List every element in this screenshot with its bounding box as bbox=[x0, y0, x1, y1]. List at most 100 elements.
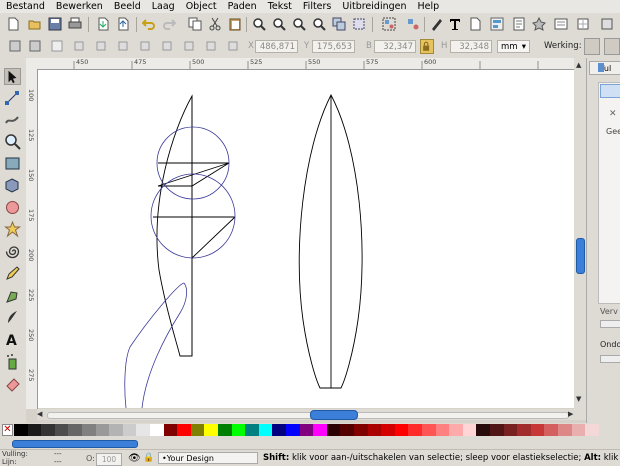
color-swatch[interactable] bbox=[299, 424, 314, 436]
menu-paden[interactable]: Paden bbox=[222, 0, 262, 13]
no-paint-icon[interactable]: ✕ bbox=[2, 424, 13, 436]
color-swatch[interactable] bbox=[82, 424, 96, 436]
color-swatch[interactable] bbox=[272, 424, 287, 436]
color-swatch[interactable] bbox=[313, 424, 328, 436]
rectangle-tool-icon[interactable] bbox=[4, 155, 21, 172]
scroll-right-icon[interactable]: ▶ bbox=[568, 410, 573, 418]
dock-tab[interactable]: Vul bbox=[589, 61, 620, 75]
3d-box-tool-icon[interactable] bbox=[4, 177, 21, 194]
drawing-canvas[interactable] bbox=[38, 70, 574, 408]
color-swatch[interactable] bbox=[394, 424, 409, 436]
star-tool-icon[interactable] bbox=[4, 220, 21, 238]
undo-icon[interactable] bbox=[141, 17, 156, 31]
pen-tool-icon[interactable] bbox=[4, 287, 21, 304]
text-font-icon[interactable] bbox=[448, 17, 462, 31]
color-swatch[interactable] bbox=[286, 424, 300, 436]
color-swatch[interactable] bbox=[190, 424, 205, 436]
color-swatch[interactable] bbox=[408, 424, 423, 436]
align-distribute-icon[interactable] bbox=[490, 17, 504, 31]
export-icon[interactable] bbox=[116, 17, 130, 31]
menu-filters[interactable]: Filters bbox=[297, 0, 336, 13]
xml-editor-icon[interactable] bbox=[468, 17, 482, 31]
color-swatch[interactable] bbox=[517, 424, 532, 436]
save-icon[interactable] bbox=[48, 17, 62, 31]
blur-slider[interactable] bbox=[600, 320, 620, 328]
right-board-shape[interactable] bbox=[298, 94, 363, 389]
color-swatch[interactable] bbox=[422, 424, 436, 436]
zoom-drawing-icon[interactable] bbox=[272, 17, 286, 31]
redo-icon[interactable] bbox=[162, 17, 177, 31]
menu-help[interactable]: Help bbox=[412, 0, 445, 13]
scroll-up-icon[interactable]: ▲ bbox=[576, 62, 584, 69]
paste-icon[interactable] bbox=[228, 17, 242, 31]
import-icon[interactable] bbox=[96, 17, 110, 31]
menu-uitbreidingen[interactable]: Uitbreidingen bbox=[336, 0, 411, 13]
cut-icon[interactable] bbox=[208, 17, 222, 31]
color-swatch[interactable] bbox=[462, 424, 477, 436]
copy-icon[interactable] bbox=[188, 17, 202, 31]
menu-beeld[interactable]: Beeld bbox=[108, 0, 146, 13]
color-swatch[interactable] bbox=[476, 424, 491, 436]
color-swatch[interactable] bbox=[95, 424, 110, 436]
select-all-layers-icon[interactable] bbox=[28, 39, 42, 53]
group-icon[interactable] bbox=[382, 17, 396, 31]
rotate-ccw-icon[interactable] bbox=[72, 39, 86, 53]
zoom-selection-icon[interactable] bbox=[252, 17, 266, 31]
palette-scroll-thumb[interactable] bbox=[12, 440, 138, 448]
color-swatch[interactable] bbox=[530, 424, 545, 436]
vertical-scrollbar[interactable]: ▲ ▼ bbox=[574, 58, 586, 410]
menu-tekst[interactable]: Tekst bbox=[262, 0, 297, 13]
scroll-left-icon[interactable]: ◀ bbox=[37, 410, 42, 418]
color-swatch[interactable] bbox=[218, 424, 232, 436]
print-icon[interactable] bbox=[68, 17, 82, 31]
lower-icon[interactable] bbox=[204, 39, 218, 53]
layer-select[interactable]: •Your Design bbox=[158, 452, 258, 464]
color-swatch[interactable] bbox=[150, 424, 164, 436]
scale-stroke-icon[interactable] bbox=[584, 38, 600, 55]
color-swatch[interactable] bbox=[503, 424, 518, 436]
transform-icon[interactable] bbox=[576, 17, 590, 31]
fill-stroke-icon[interactable] bbox=[430, 17, 444, 31]
color-swatch[interactable] bbox=[14, 424, 28, 436]
new-document-icon[interactable] bbox=[6, 17, 20, 31]
spiral-tool-icon[interactable] bbox=[4, 243, 21, 260]
layers-icon[interactable] bbox=[600, 17, 614, 31]
eraser-tool-icon[interactable] bbox=[4, 375, 21, 392]
zoom-width-icon[interactable] bbox=[312, 17, 326, 31]
menu-bestand[interactable]: Bestand bbox=[0, 0, 50, 13]
clone-icon[interactable] bbox=[352, 17, 366, 31]
node-tool-icon[interactable] bbox=[4, 90, 21, 107]
width-field[interactable]: 32,347 bbox=[374, 40, 416, 53]
close-icon[interactable]: ✕ bbox=[609, 109, 617, 119]
color-swatch[interactable] bbox=[41, 424, 56, 436]
scale-corners-icon[interactable] bbox=[604, 38, 620, 55]
color-swatch[interactable] bbox=[163, 424, 178, 436]
raise-icon[interactable] bbox=[182, 39, 196, 53]
pencil-tool-icon[interactable] bbox=[4, 265, 21, 282]
duplicate-icon[interactable] bbox=[332, 17, 346, 31]
tweak-tool-icon[interactable] bbox=[4, 111, 21, 128]
y-field[interactable]: 175,653 bbox=[312, 40, 355, 53]
zoom-tool-icon[interactable] bbox=[4, 133, 21, 150]
color-swatch[interactable] bbox=[381, 424, 396, 436]
color-swatch[interactable] bbox=[326, 424, 341, 436]
color-swatch[interactable] bbox=[136, 424, 151, 436]
flip-vertical-icon[interactable] bbox=[138, 39, 152, 53]
flip-horizontal-icon[interactable] bbox=[116, 39, 130, 53]
scroll-down-icon[interactable]: ▼ bbox=[576, 396, 584, 403]
color-swatch[interactable] bbox=[122, 424, 137, 436]
unit-select[interactable]: mm ▾ bbox=[497, 40, 530, 53]
color-swatch[interactable] bbox=[258, 424, 273, 436]
lock-layer-icon[interactable]: 🔒 bbox=[143, 453, 154, 463]
spray-tool-icon[interactable] bbox=[4, 353, 21, 370]
opacity-slider[interactable] bbox=[600, 355, 620, 363]
document-properties-icon[interactable] bbox=[532, 16, 546, 31]
color-swatch[interactable] bbox=[585, 424, 600, 436]
color-swatch[interactable] bbox=[558, 424, 572, 436]
menu-laag[interactable]: Laag bbox=[146, 0, 180, 13]
left-board-shape[interactable] bbox=[153, 94, 236, 357]
horizontal-scrollbar[interactable]: ◀ ▶ bbox=[37, 409, 586, 420]
color-swatch[interactable] bbox=[245, 424, 260, 436]
height-field[interactable]: 32,348 bbox=[450, 40, 492, 53]
vertical-scroll-thumb[interactable] bbox=[576, 238, 585, 274]
